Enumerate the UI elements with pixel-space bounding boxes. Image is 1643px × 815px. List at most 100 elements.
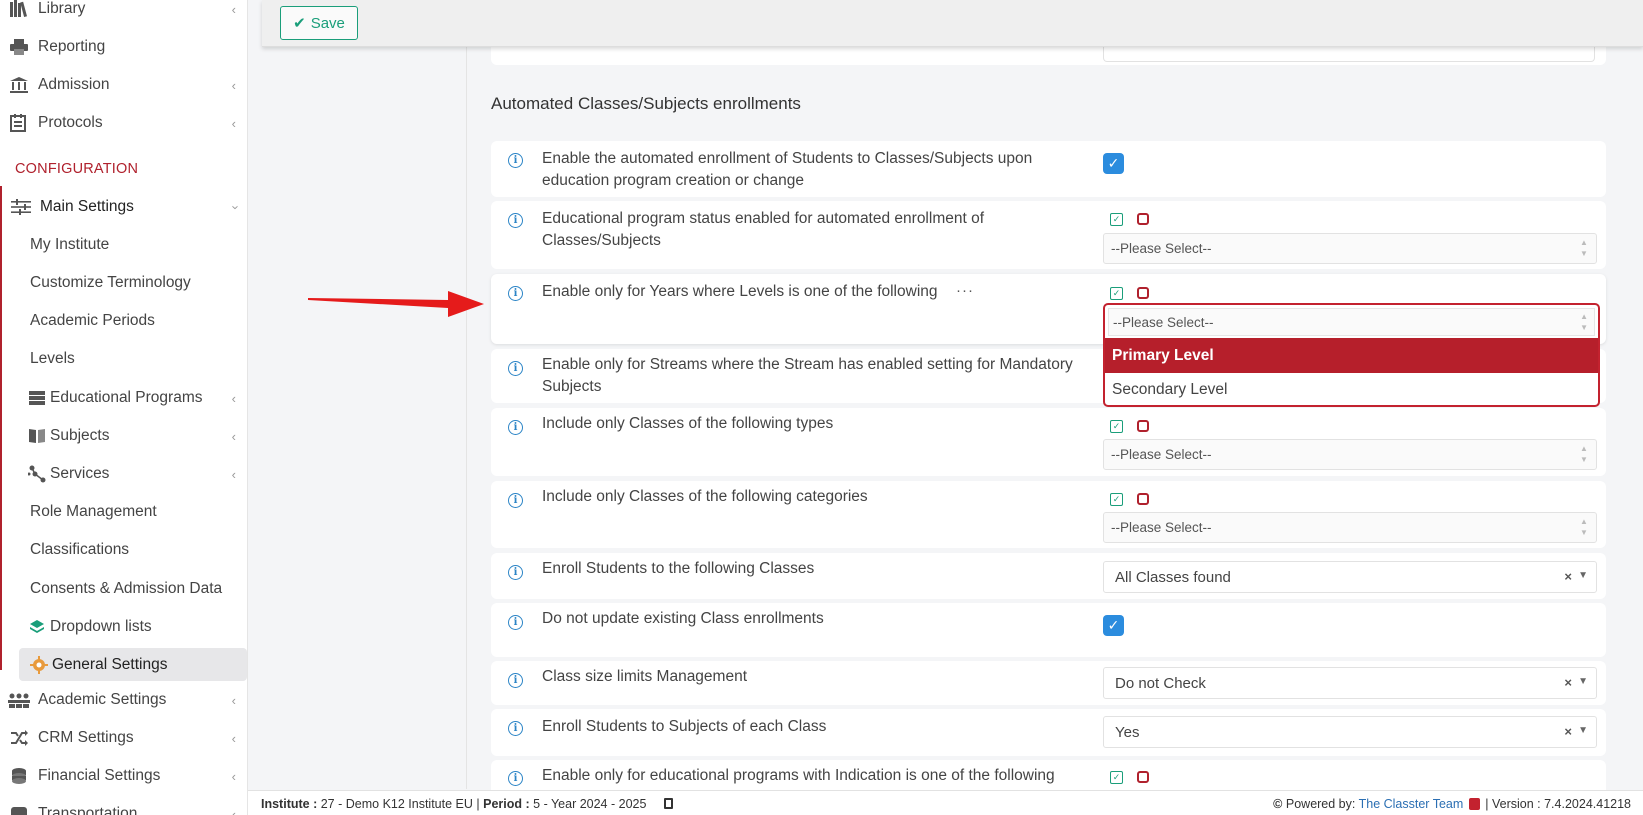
select-all-icon[interactable]: ✓: [1110, 213, 1123, 226]
caret-down-icon[interactable]: ▼: [1578, 676, 1588, 687]
chevron-left-icon: ‹: [231, 730, 236, 746]
sidebar-item-subjects[interactable]: Subjects ‹: [0, 419, 247, 453]
version-label: Version :: [1491, 797, 1541, 811]
info-icon[interactable]: i: [508, 673, 523, 688]
sidebar-item-role-management[interactable]: Role Management: [0, 495, 247, 529]
select-all-icon[interactable]: ✓: [1110, 771, 1123, 784]
users-icon: [8, 690, 30, 710]
save-toolbar: ✔ Save: [262, 0, 1643, 47]
select-all-icon[interactable]: ✓: [1110, 287, 1123, 300]
institute-value: 27 - Demo K12 Institute EU: [320, 797, 473, 811]
info-icon[interactable]: i: [508, 493, 523, 508]
select-all-icon[interactable]: ✓: [1110, 493, 1123, 506]
institute-label: Institute :: [261, 797, 318, 811]
sidebar-item-admission[interactable]: Admission ‹: [0, 68, 247, 102]
sidebar-item-general-settings[interactable]: General Settings: [0, 648, 247, 682]
multiselect-placeholder: --Please Select--: [1111, 241, 1212, 256]
sidebar-item-classifications[interactable]: Classifications: [0, 533, 247, 567]
sidebar-item-services[interactable]: Services ‹: [0, 457, 247, 491]
sidebar-item-my-institute[interactable]: My Institute: [0, 228, 247, 262]
sidebar-item-library[interactable]: Library ‹: [0, 0, 247, 26]
chevron-down-icon: ‹: [226, 204, 242, 210]
select-none-icon[interactable]: [1137, 420, 1149, 432]
class-categories-multiselect[interactable]: --Please Select-- ▲ ▼: [1103, 512, 1597, 543]
sidebar-item-main-settings[interactable]: Main Settings ‹: [0, 190, 247, 224]
sidebar-item-levels[interactable]: Levels: [0, 342, 247, 376]
sidebar-item-label: Library: [38, 0, 86, 17]
setting-label: Enable the automated enrollment of Stude…: [542, 150, 1033, 189]
select-none-icon[interactable]: [1137, 493, 1149, 505]
class-size-limits-select[interactable]: Do not Check × ▼: [1103, 667, 1597, 699]
do-not-update-enrollments-checkbox[interactable]: ✓: [1103, 615, 1124, 636]
sidebar-item-financial-settings[interactable]: Financial Settings ‹: [0, 759, 247, 793]
more-options-icon[interactable]: ···: [956, 282, 974, 299]
class-types-multiselect[interactable]: --Please Select-- ▲ ▼: [1103, 439, 1597, 470]
info-icon[interactable]: i: [508, 213, 523, 228]
select-none-icon[interactable]: [1137, 213, 1149, 225]
enroll-subjects-select[interactable]: Yes × ▼: [1103, 716, 1597, 748]
sidebar-item-crm-settings[interactable]: CRM Settings ‹: [0, 721, 247, 755]
info-icon[interactable]: i: [508, 361, 523, 376]
dropdown-option-primary-level[interactable]: Primary Level: [1105, 338, 1598, 373]
sidebar-item-label: Protocols: [38, 114, 103, 131]
setting-label: Educational program status enabled for a…: [542, 210, 985, 249]
sidebar-item-label: Reporting: [38, 38, 106, 55]
setting-card: i Enable only for educational programs w…: [491, 760, 1606, 790]
info-icon[interactable]: i: [508, 615, 523, 630]
enroll-classes-select[interactable]: All Classes found × ▼: [1103, 561, 1597, 593]
sidebar-item-consents-admission-data[interactable]: Consents & Admission Data: [0, 572, 247, 606]
sidebar-item-label: Academic Periods: [30, 312, 155, 329]
info-icon[interactable]: i: [508, 565, 523, 580]
sidebar-item-label: Academic Settings: [38, 691, 167, 708]
classter-team-link[interactable]: The Classter Team: [1359, 797, 1464, 811]
bus-icon: [8, 804, 30, 815]
sidebar-item-label: Levels: [30, 350, 75, 367]
sidebar-item-label: Subjects: [50, 427, 110, 444]
caret-down-icon[interactable]: ▼: [1578, 570, 1588, 581]
program-status-multiselect[interactable]: --Please Select-- ▲ ▼: [1103, 233, 1597, 264]
copyright-icon: ©: [1273, 797, 1283, 811]
books-icon: [8, 0, 30, 19]
setting-label: Class size limits Management: [542, 668, 748, 685]
select-all-icon[interactable]: ✓: [1110, 420, 1123, 433]
sidebar-item-reporting[interactable]: Reporting: [0, 30, 247, 64]
option-label: Primary Level: [1112, 346, 1214, 364]
version-value: 7.4.2024.41218: [1544, 797, 1631, 811]
enable-automated-enrollment-checkbox[interactable]: ✓: [1103, 153, 1124, 174]
info-icon[interactable]: i: [508, 721, 523, 736]
info-icon[interactable]: i: [508, 286, 523, 301]
setting-label: Include only Classes of the following ty…: [542, 415, 834, 432]
section-title: Automated Classes/Subjects enrollments: [491, 94, 801, 113]
chevron-left-icon: ‹: [231, 466, 236, 482]
caret-down-icon[interactable]: ▼: [1578, 725, 1588, 736]
chevron-left-icon: ‹: [231, 1, 236, 17]
dropdown-option-secondary-level[interactable]: Secondary Level: [1105, 372, 1598, 407]
select-none-icon[interactable]: [1137, 287, 1149, 299]
setting-label: Enroll Students to the following Classes: [542, 560, 815, 577]
levels-multiselect-dropdown[interactable]: --Please Select-- ▲ ▼ Primary Level Secon…: [1103, 303, 1600, 407]
setting-card: i Do not update existing Class enrollmen…: [491, 603, 1606, 657]
clear-icon[interactable]: ×: [1564, 724, 1572, 739]
info-icon[interactable]: i: [508, 153, 523, 168]
setting-card: i Class size limits Management Do not Ch…: [491, 661, 1606, 705]
clear-icon[interactable]: ×: [1564, 569, 1572, 584]
sidebar-item-academic-settings[interactable]: Academic Settings ‹: [0, 683, 247, 717]
info-icon[interactable]: i: [508, 420, 523, 435]
copy-icon[interactable]: [663, 798, 673, 809]
clear-icon[interactable]: ×: [1564, 675, 1572, 690]
sidebar-item-label: Financial Settings: [38, 767, 161, 784]
book-icon: [26, 426, 48, 446]
setting-label: Enable only for Streams where the Stream…: [542, 356, 1073, 395]
select-none-icon[interactable]: [1137, 771, 1149, 783]
sidebar-item-transportation[interactable]: Transportation ‹: [0, 797, 247, 815]
chevron-left-icon: ‹: [231, 115, 236, 131]
sidebar-item-dropdown-lists[interactable]: Dropdown lists: [0, 610, 247, 644]
sidebar-item-protocols[interactable]: Protocols ‹: [0, 106, 247, 140]
sidebar-item-customize-terminology[interactable]: Customize Terminology: [0, 266, 247, 300]
period-label: Period :: [483, 797, 530, 811]
levels-multiselect-input[interactable]: --Please Select-- ▲ ▼: [1108, 308, 1595, 336]
info-icon[interactable]: i: [508, 771, 523, 786]
save-button[interactable]: ✔ Save: [280, 6, 358, 40]
sidebar-item-educational-programs[interactable]: Educational Programs ‹: [0, 381, 247, 415]
sidebar-item-academic-periods[interactable]: Academic Periods: [0, 304, 247, 338]
